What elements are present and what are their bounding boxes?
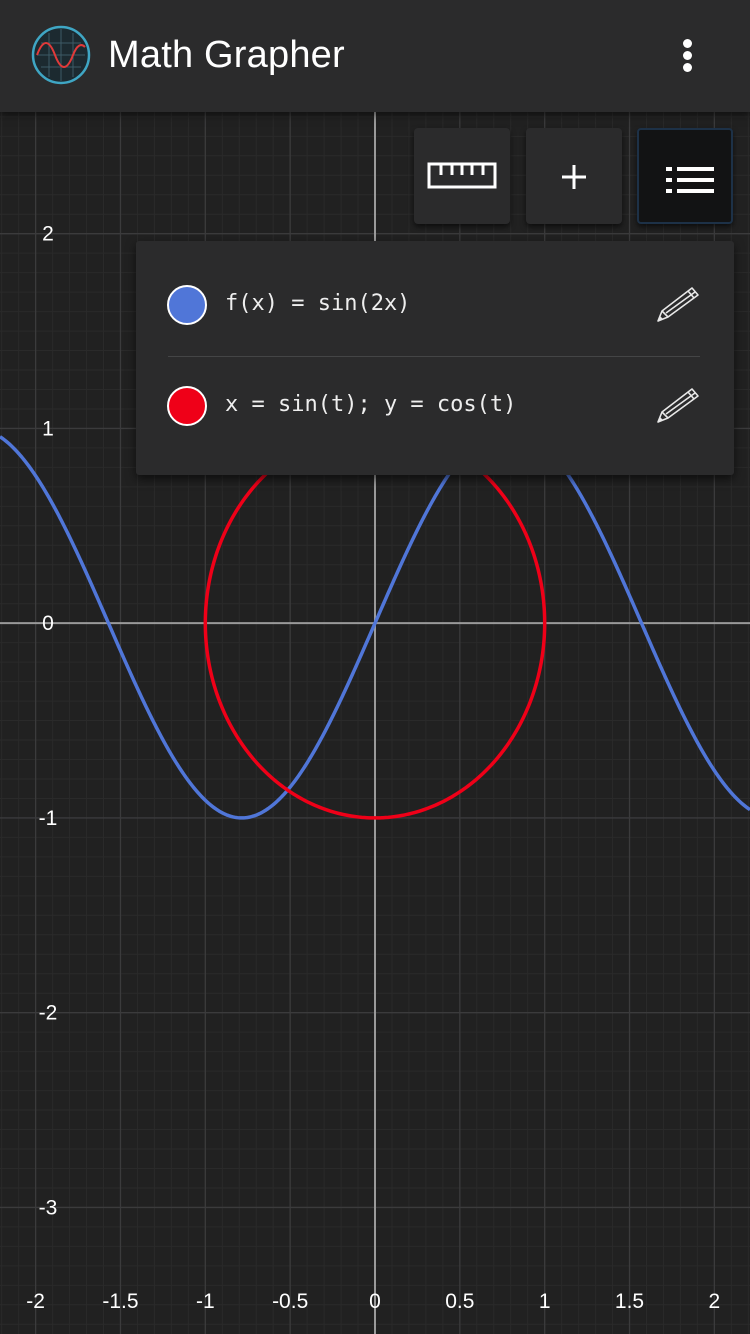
x-tick-label: 2: [709, 1290, 721, 1313]
pencil-icon: [657, 388, 699, 423]
x-tick-label: 0: [369, 1290, 381, 1313]
function-color-swatch[interactable]: [167, 386, 207, 426]
x-tick-label: -0.5: [272, 1290, 308, 1313]
x-tick-label: 1: [539, 1290, 551, 1313]
function-row[interactable]: x = sin(t); y = cos(t): [136, 342, 734, 442]
plus-icon: [562, 165, 586, 189]
app-title: Math Grapher: [108, 34, 345, 76]
edit-function-button[interactable]: [652, 283, 704, 327]
app-bar: Math Grapher: [0, 0, 750, 112]
y-tick-label: 2: [42, 223, 54, 246]
function-expression: x = sin(t); y = cos(t): [225, 392, 517, 417]
x-tick-label: 0.5: [445, 1290, 474, 1313]
y-tick-label: 0: [42, 612, 54, 635]
x-tick-labels: -2 -1.5 -1 -0.5 0 0.5 1 1.5 2: [26, 1290, 720, 1313]
function-row[interactable]: f(x) = sin(2x): [136, 241, 734, 341]
y-tick-label: -2: [39, 1002, 58, 1025]
function-expression: f(x) = sin(2x): [225, 291, 411, 316]
x-tick-label: -1: [196, 1290, 215, 1313]
more-vert-icon: [683, 39, 692, 48]
function-color-swatch[interactable]: [167, 285, 207, 325]
y-tick-label: -3: [39, 1196, 58, 1219]
sine-wave-oscilloscope-icon: [31, 25, 91, 85]
x-tick-label: -1.5: [102, 1290, 138, 1313]
more-vert-icon-dot: [683, 51, 692, 60]
edit-function-button[interactable]: [652, 384, 704, 428]
y-tick-label: -1: [39, 807, 58, 830]
more-vert-icon-dot: [683, 63, 692, 72]
add-function-button[interactable]: [526, 128, 622, 224]
x-tick-label: 1.5: [615, 1290, 644, 1313]
more-options-button[interactable]: [664, 30, 712, 78]
x-tick-label: -2: [26, 1290, 45, 1313]
function-list-panel: f(x) = sin(2x) x = sin(t); y = cos(t): [136, 241, 734, 475]
pencil-icon: [657, 287, 699, 322]
ruler-button[interactable]: [414, 128, 510, 224]
y-tick-label: 1: [42, 417, 54, 440]
ruler-icon: [427, 162, 497, 189]
function-list-button[interactable]: [637, 128, 733, 224]
list-icon: [666, 167, 714, 193]
